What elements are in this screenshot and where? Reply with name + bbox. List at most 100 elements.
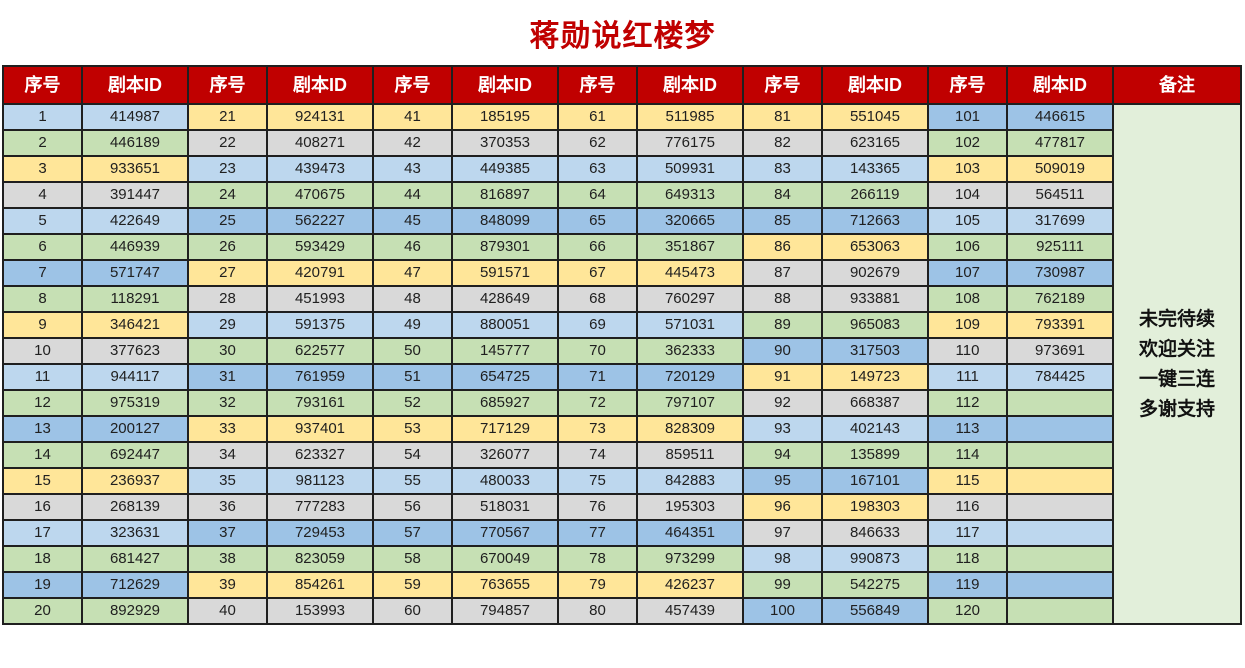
index-cell: 52	[372, 389, 453, 417]
index-cell: 83	[742, 155, 823, 183]
index-cell: 16	[2, 493, 83, 521]
script-id-cell: 670049	[451, 545, 559, 573]
script-id-cell: 712629	[81, 571, 189, 599]
index-cell: 45	[372, 207, 453, 235]
script-id-cell: 965083	[821, 311, 929, 339]
index-cell: 69	[557, 311, 638, 339]
script-id-cell: 823059	[266, 545, 374, 573]
index-cell: 34	[187, 441, 268, 469]
script-id-table: 序号 剧本ID 序号 剧本ID 序号 剧本ID 序号 剧本ID 序号 剧本ID …	[2, 65, 1242, 625]
index-cell: 8	[2, 285, 83, 313]
index-cell: 66	[557, 233, 638, 261]
index-cell: 96	[742, 493, 823, 521]
index-cell: 43	[372, 155, 453, 183]
index-cell: 93	[742, 415, 823, 443]
table-row: 9 346421 29 591375 49 880051 69 571031 89 965083 1…	[2, 311, 1241, 339]
index-cell: 44	[372, 181, 453, 209]
script-id-cell: 135899	[821, 441, 929, 469]
script-id-cell: 370353	[451, 129, 559, 157]
script-id-cell: 681427	[81, 545, 189, 573]
index-cell: 31	[187, 363, 268, 391]
index-cell: 109	[927, 311, 1008, 339]
index-cell: 118	[927, 545, 1008, 573]
index-cell: 27	[187, 259, 268, 287]
script-id-cell: 653063	[821, 233, 929, 261]
script-id-cell: 446189	[81, 129, 189, 157]
script-id-cell: 933651	[81, 155, 189, 183]
script-id-cell: 842883	[636, 467, 744, 495]
table-row: 16 268139 36 777283 56 518031 76 195303 96 198303…	[2, 493, 1241, 521]
index-cell: 86	[742, 233, 823, 261]
table-row: 1 414987 21 924131 41 185195 61 511985 81 551045 1…	[2, 103, 1242, 625]
index-cell: 74	[557, 441, 638, 469]
script-id-cell: 457439	[636, 597, 744, 625]
script-id-cell: 556849	[821, 597, 929, 625]
table-row: 10 377623 30 622577 50 145777 70 362333 90 317503…	[2, 337, 1241, 365]
script-id-cell: 118291	[81, 285, 189, 313]
index-cell: 80	[557, 597, 638, 625]
script-id-cell: 571747	[81, 259, 189, 287]
index-cell: 85	[742, 207, 823, 235]
script-id-cell: 784425	[1006, 363, 1114, 391]
index-cell: 15	[2, 467, 83, 495]
script-id-cell: 317503	[821, 337, 929, 365]
table-row: 14 692447 34 623327 54 326077 74 859511 94 135899…	[2, 441, 1241, 469]
script-id-cell: 591375	[266, 311, 374, 339]
script-id-cell: 859511	[636, 441, 744, 469]
index-cell: 18	[2, 545, 83, 573]
index-cell: 53	[372, 415, 453, 443]
index-cell: 23	[187, 155, 268, 183]
script-id-cell: 622577	[266, 337, 374, 365]
index-cell: 12	[2, 389, 83, 417]
script-id-cell: 571031	[636, 311, 744, 339]
script-id-cell: 777283	[266, 493, 374, 521]
index-cell: 111	[927, 363, 1008, 391]
script-id-cell: 449385	[451, 155, 559, 183]
index-cell: 55	[372, 467, 453, 495]
script-id-cell: 511985	[636, 103, 744, 131]
index-cell: 58	[372, 545, 453, 573]
script-id-cell: 797107	[636, 389, 744, 417]
script-id-cell: 794857	[451, 597, 559, 625]
header-cell-script-id: 剧本ID	[266, 65, 374, 105]
script-id-cell: 428649	[451, 285, 559, 313]
script-id-cell: 846633	[821, 519, 929, 547]
script-id-cell: 422649	[81, 207, 189, 235]
script-id-cell: 925111	[1006, 233, 1114, 261]
script-id-cell	[1006, 519, 1114, 547]
index-cell: 115	[927, 467, 1008, 495]
script-id-cell: 623327	[266, 441, 374, 469]
index-cell: 65	[557, 207, 638, 235]
index-cell: 98	[742, 545, 823, 573]
script-id-cell: 973299	[636, 545, 744, 573]
index-cell: 94	[742, 441, 823, 469]
index-cell: 56	[372, 493, 453, 521]
index-cell: 77	[557, 519, 638, 547]
table-row: 18 681427 38 823059 58 670049 78 973299 98 990873…	[2, 545, 1241, 573]
script-id-cell: 793391	[1006, 311, 1114, 339]
index-cell: 60	[372, 597, 453, 625]
index-cell: 102	[927, 129, 1008, 157]
script-id-cell: 402143	[821, 415, 929, 443]
table-row: 6 446939 26 593429 46 879301 66 351867 86 653063 1…	[2, 233, 1241, 261]
header-row: 序号 剧本ID 序号 剧本ID 序号 剧本ID 序号 剧本ID 序号 剧本ID …	[2, 65, 1242, 105]
script-id-cell: 654725	[451, 363, 559, 391]
index-cell: 28	[187, 285, 268, 313]
script-id-cell: 762189	[1006, 285, 1114, 313]
index-cell: 22	[187, 129, 268, 157]
script-id-cell: 414987	[81, 103, 189, 131]
index-cell: 51	[372, 363, 453, 391]
index-cell: 75	[557, 467, 638, 495]
script-id-cell: 761959	[266, 363, 374, 391]
header-cell-index: 序号	[742, 65, 823, 105]
index-cell: 57	[372, 519, 453, 547]
script-id-cell: 470675	[266, 181, 374, 209]
index-cell: 32	[187, 389, 268, 417]
script-id-cell: 198303	[821, 493, 929, 521]
script-id-cell: 200127	[81, 415, 189, 443]
script-id-cell: 426237	[636, 571, 744, 599]
index-cell: 116	[927, 493, 1008, 521]
index-cell: 103	[927, 155, 1008, 183]
index-cell: 110	[927, 337, 1008, 365]
script-id-cell: 480033	[451, 467, 559, 495]
